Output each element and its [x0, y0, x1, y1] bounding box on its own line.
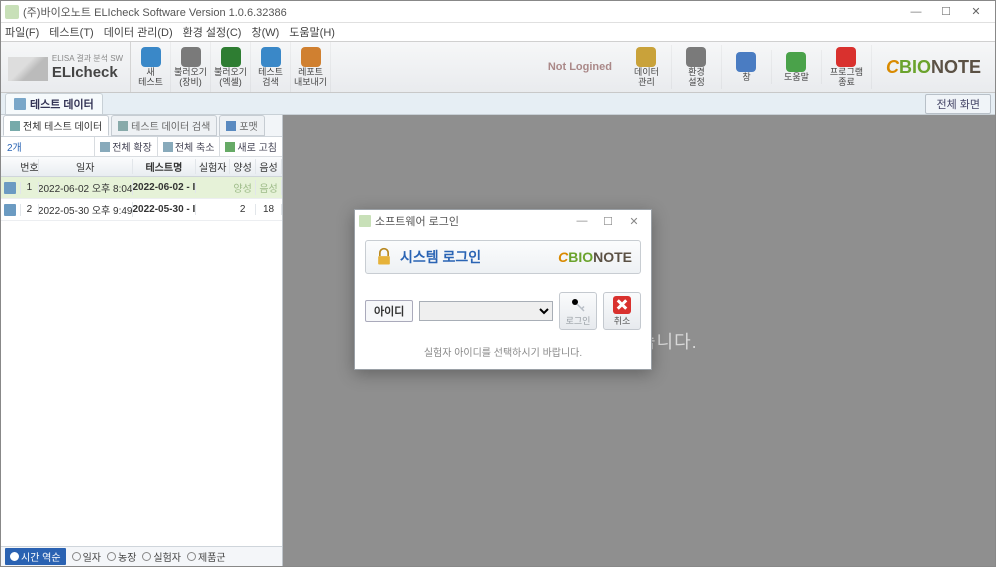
col-no[interactable]: 번호: [21, 159, 39, 174]
expand-all-button[interactable]: 전체 확장: [94, 137, 157, 156]
row-icon: [4, 204, 16, 216]
table-header: 번호 일자 테스트명 실험자 양성 음성: [1, 157, 282, 177]
menu-file[interactable]: 파일(F): [5, 24, 39, 40]
fullscreen-button[interactable]: 전체 화면: [925, 94, 991, 114]
menu-test[interactable]: 테스트(T): [49, 24, 93, 40]
window-maximize[interactable]: ☐: [931, 3, 961, 21]
filter-product[interactable]: 제품군: [187, 549, 226, 564]
dialog-icon: [359, 215, 371, 227]
ribbon-right-1[interactable]: 환경 설정: [672, 45, 722, 89]
subtab-format[interactable]: 포맷: [219, 115, 264, 136]
list-icon: [10, 121, 20, 131]
login-button[interactable]: 로그인: [559, 292, 597, 330]
window-minimize[interactable]: —: [901, 3, 931, 21]
filter-time-desc[interactable]: 시간 역순: [5, 548, 66, 565]
login-status: Not Logined: [538, 61, 622, 73]
window-close[interactable]: ✕: [961, 3, 991, 21]
left-toolbar: 2개 전체 확장 전체 축소 새로 고침: [1, 137, 282, 157]
filter-date[interactable]: 일자: [72, 549, 101, 564]
ribbon-right-3-icon: [786, 52, 806, 72]
ribbon-right-3[interactable]: 도움말: [772, 50, 822, 84]
app-icon: [5, 5, 19, 19]
ribbon-left-3[interactable]: 테스트 검색: [251, 42, 291, 92]
ribbon-right-2[interactable]: 창: [722, 50, 772, 84]
col-experimenter[interactable]: 실험자: [196, 159, 230, 174]
ribbon-left-4-icon: [301, 47, 321, 67]
expand-icon: [100, 142, 110, 152]
ribbon-left-4[interactable]: 레포트 내보내기: [291, 42, 331, 92]
col-name[interactable]: 테스트명: [133, 159, 197, 174]
logo-text: ELIcheck: [52, 64, 123, 81]
menu-data[interactable]: 데이터 관리(D): [104, 24, 173, 40]
ribbon-left-3-icon: [261, 47, 281, 67]
menu-help[interactable]: 도움말(H): [289, 24, 335, 40]
menu-window[interactable]: 창(W): [251, 24, 279, 40]
id-select[interactable]: [419, 301, 553, 321]
id-label: 아이디: [365, 300, 413, 322]
dialog-titlebar[interactable]: 소프트웨어 로그인 — ☐ ✕: [355, 210, 651, 232]
ribbon-left-1-icon: [181, 47, 201, 67]
login-dialog: 소프트웨어 로그인 — ☐ ✕ 시스템 로그인 CBIONOTE 아이디 로그인…: [354, 209, 652, 370]
window-titlebar: (주)바이오노트 ELIcheck Software Version 1.0.6…: [1, 1, 995, 23]
col-date[interactable]: 일자: [39, 159, 133, 174]
document-tab-label: 테스트 데이터: [30, 96, 94, 112]
ribbon-left-1[interactable]: 불러오기 (장비): [171, 42, 211, 92]
dialog-title: 소프트웨어 로그인: [375, 213, 459, 229]
subtab-all-data[interactable]: 전체 테스트 데이터: [3, 115, 109, 136]
row-icon: [4, 182, 16, 194]
ribbon-left-2[interactable]: 불러오기 (엑셀): [211, 42, 251, 92]
dialog-heading-bar: 시스템 로그인 CBIONOTE: [365, 240, 641, 274]
ribbon-right-4[interactable]: 프로그램 종료: [822, 45, 872, 89]
filter-experimenter[interactable]: 실험자: [142, 549, 181, 564]
table-row[interactable]: 12022-06-02 오후 8:042022-06-02 - I양성음성: [1, 177, 282, 199]
ribbon-right-0[interactable]: 데이터 관리: [622, 45, 672, 89]
subtab-search[interactable]: 테스트 데이터 검색: [111, 115, 217, 136]
left-panel: 전체 테스트 데이터 테스트 데이터 검색 포맷 2개 전체 확장 전체 축소 …: [1, 115, 283, 566]
search-icon: [118, 121, 128, 131]
row-count: 2개: [1, 139, 28, 154]
app-logo: ELISA 결과 분석 SW ELIcheck: [1, 42, 131, 92]
refresh-icon: [225, 142, 235, 152]
refresh-button[interactable]: 새로 고침: [219, 137, 282, 156]
menu-settings[interactable]: 환경 설정(C): [183, 24, 242, 40]
dialog-maximize[interactable]: ☐: [595, 215, 621, 228]
brand-logo: CBIONOTE: [872, 57, 995, 78]
filter-farm[interactable]: 농장: [107, 549, 136, 564]
col-positive[interactable]: 양성: [230, 159, 256, 174]
ribbon-left-0[interactable]: 새 테스트: [131, 42, 171, 92]
cancel-button[interactable]: 취소: [603, 292, 641, 330]
ribbon-right-2-icon: [736, 52, 756, 72]
left-filter-bar: 시간 역순 일자 농장 실험자 제품군: [1, 546, 282, 566]
format-icon: [226, 121, 236, 131]
dialog-brand: CBIONOTE: [558, 249, 632, 265]
dialog-note: 실험자 아이디를 선택하시기 바랍니다.: [365, 344, 641, 359]
ribbon: ELISA 결과 분석 SW ELIcheck 새 테스트불러오기 (장비)불러…: [1, 41, 995, 93]
ribbon-left-2-icon: [221, 47, 241, 67]
data-table: 번호 일자 테스트명 실험자 양성 음성 12022-06-02 오후 8:04…: [1, 157, 282, 221]
window-title: (주)바이오노트 ELIcheck Software Version 1.0.6…: [23, 4, 287, 20]
ribbon-right-0-icon: [636, 47, 656, 67]
logo-subtitle: ELISA 결과 분석 SW: [52, 53, 123, 64]
dialog-heading: 시스템 로그인: [400, 247, 558, 267]
ribbon-right-4-icon: [836, 47, 856, 67]
lock-icon: [374, 247, 394, 267]
ribbon-left-0-icon: [141, 47, 161, 67]
dialog-minimize[interactable]: —: [569, 215, 595, 227]
document-tab-strip: 테스트 데이터 전체 화면: [1, 93, 995, 115]
key-icon: [569, 296, 587, 314]
collapse-icon: [163, 142, 173, 152]
table-row[interactable]: 22022-05-30 오후 9:492022-05-30 - I218: [1, 199, 282, 221]
logo-image: [8, 57, 48, 81]
document-tab-icon: [14, 98, 26, 110]
collapse-all-button[interactable]: 전체 축소: [157, 137, 220, 156]
document-tab[interactable]: 테스트 데이터: [5, 93, 103, 114]
left-subtabs: 전체 테스트 데이터 테스트 데이터 검색 포맷: [1, 115, 282, 137]
close-icon: [613, 296, 631, 314]
menu-bar: 파일(F) 테스트(T) 데이터 관리(D) 환경 설정(C) 창(W) 도움말…: [1, 23, 995, 41]
ribbon-right-1-icon: [686, 47, 706, 67]
dialog-close[interactable]: ✕: [621, 215, 647, 228]
col-negative[interactable]: 음성: [256, 159, 282, 174]
